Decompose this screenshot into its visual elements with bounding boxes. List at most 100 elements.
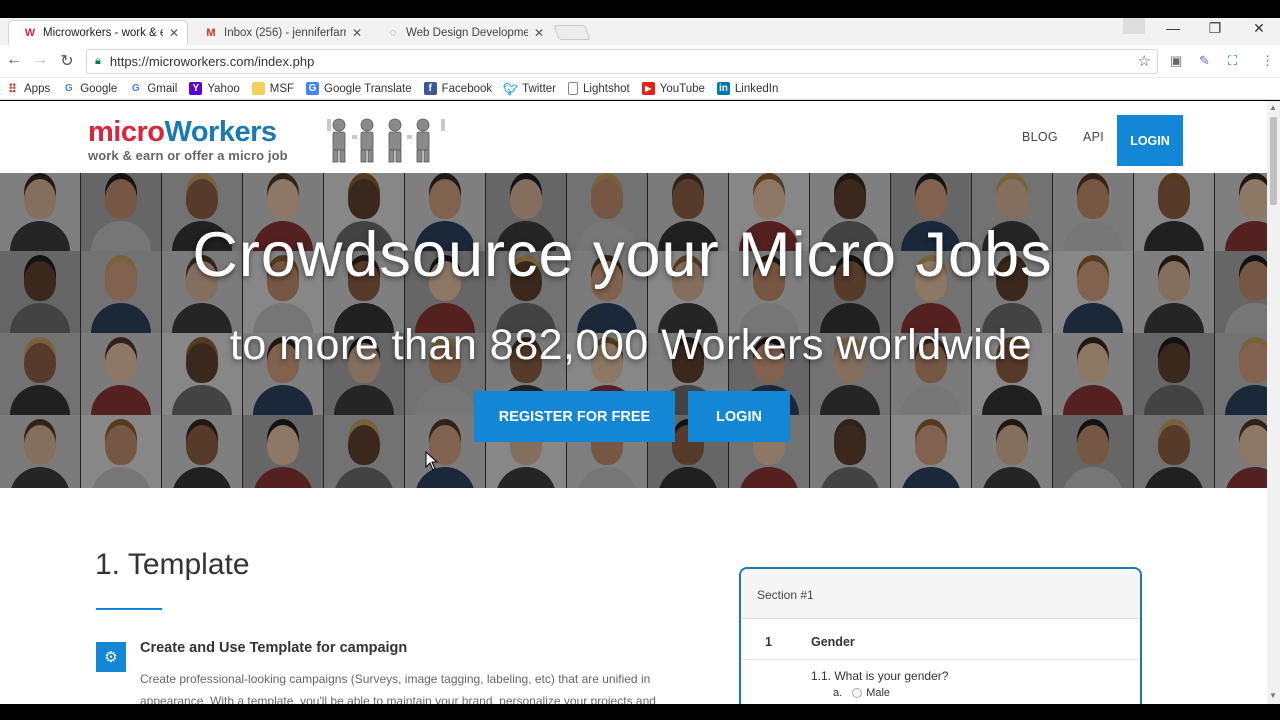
question-label: Gender bbox=[811, 635, 855, 649]
bookmark-label: LinkedIn bbox=[734, 82, 779, 95]
nav-blog-link[interactable]: BLOG bbox=[1022, 130, 1058, 144]
feature-description: Create professional-looking campaigns (S… bbox=[140, 672, 656, 704]
page-icon bbox=[568, 82, 579, 95]
hero-banner: Crowdsource your Micro Jobs to more than… bbox=[0, 173, 1267, 488]
logo-tagline: work & earn or offer a micro job bbox=[88, 148, 288, 163]
apps-icon: ⠿ bbox=[8, 81, 17, 96]
scrollbar-thumb[interactable] bbox=[1270, 117, 1277, 205]
logo-text-micro: micro bbox=[88, 116, 165, 148]
extension-icon[interactable]: ▣ bbox=[1170, 53, 1182, 69]
address-bar[interactable]: 🔒︎ https://microworkers.com/index.php ☆ bbox=[86, 49, 1158, 74]
forward-icon[interactable]: → bbox=[29, 51, 51, 69]
section-title: 1. Template bbox=[95, 548, 250, 581]
title-bar bbox=[0, 0, 1280, 18]
feature-title: Create and Use Template for campaign bbox=[140, 640, 408, 656]
reload-icon[interactable]: ↻ bbox=[56, 51, 78, 71]
bookmark-label: Yahoo bbox=[207, 82, 240, 95]
tab-web-design[interactable]: ◌ Web Design Developme ✕ bbox=[372, 20, 552, 45]
lock-icon: 🔒︎ bbox=[95, 55, 101, 67]
option-letter: a. bbox=[833, 687, 843, 699]
hero-login-button[interactable]: LOGIN bbox=[688, 391, 790, 442]
facebook-icon: f bbox=[423, 82, 437, 95]
mouse-cursor-icon bbox=[425, 451, 439, 471]
microworkers-logo[interactable]: microWorkers work & earn or offer a micr… bbox=[88, 117, 288, 163]
bookmark-linkedin[interactable]: in LinkedIn bbox=[716, 82, 779, 95]
bookmark-msf[interactable]: MSF bbox=[251, 82, 295, 95]
bookmark-star-icon[interactable]: ☆ bbox=[1138, 52, 1151, 70]
user-profile-icon[interactable] bbox=[1123, 18, 1145, 34]
google-icon: G bbox=[64, 83, 73, 94]
tab-microworkers[interactable]: W Microworkers - work & e ✕ bbox=[8, 20, 188, 45]
workers-figures-icon bbox=[327, 118, 445, 163]
tab-strip: W Microworkers - work & e ✕ M Inbox (256… bbox=[0, 18, 1280, 45]
translate-icon: G bbox=[306, 82, 320, 95]
bookmark-google[interactable]: G Google bbox=[62, 82, 117, 95]
tab-title: Inbox (256) - jenniferfarr bbox=[224, 26, 346, 39]
logo-text-workers: Workers bbox=[164, 116, 277, 148]
bookmark-apps[interactable]: ⠿ Apps bbox=[6, 81, 51, 96]
question-number: 1 bbox=[765, 635, 772, 649]
bookmark-label: Facebook bbox=[441, 82, 493, 95]
tab-title: Microworkers - work & e bbox=[43, 27, 163, 39]
bookmark-yahoo[interactable]: Y Yahoo bbox=[189, 82, 240, 95]
bottom-bar bbox=[0, 704, 1280, 720]
close-icon[interactable]: ✕ bbox=[534, 26, 544, 40]
site-header: microWorkers work & earn or offer a micr… bbox=[0, 101, 1267, 173]
minimize-icon[interactable]: — bbox=[1163, 20, 1183, 36]
web-page: microWorkers work & earn or offer a micr… bbox=[0, 101, 1267, 704]
page-scrollbar[interactable]: ▲ ▼ bbox=[1267, 101, 1280, 704]
new-tab-button[interactable] bbox=[553, 25, 591, 40]
sub-question: 1.1. What is your gender? bbox=[811, 669, 949, 683]
section-divider bbox=[96, 608, 162, 610]
bookmark-label: YouTube bbox=[659, 82, 705, 95]
bookmark-label: MSF bbox=[269, 82, 295, 95]
yahoo-icon: Y bbox=[189, 82, 203, 95]
survey-question-row: 1 Gender bbox=[741, 627, 1140, 660]
survey-section-label: Section #1 bbox=[741, 569, 1140, 619]
close-icon[interactable]: ✕ bbox=[352, 26, 362, 40]
survey-preview-card: Section #1 1 Gender 1.1. What is your ge… bbox=[739, 567, 1142, 704]
scroll-down-icon[interactable]: ▼ bbox=[1269, 691, 1277, 700]
bookmark-facebook[interactable]: f Facebook bbox=[423, 82, 493, 95]
gear-icon: ⚙ bbox=[96, 642, 126, 672]
bookmark-gmail[interactable]: G Gmail bbox=[129, 82, 177, 95]
gmail-favicon-icon: M bbox=[206, 26, 216, 39]
nav-api-link[interactable]: API bbox=[1083, 130, 1104, 144]
loading-favicon-icon: ◌ bbox=[389, 26, 397, 39]
tab-title: Web Design Developme bbox=[406, 26, 528, 39]
bookmark-translate[interactable]: G Google Translate bbox=[306, 82, 412, 95]
hero-subtitle: to more than 882,000 Workers worldwide bbox=[229, 321, 1033, 369]
bookmarks-bar: ⠿ Apps G Google G Gmail Y Yahoo MSF G Google … bbox=[0, 78, 1280, 100]
bookmark-label: Gmail bbox=[147, 82, 178, 95]
tab-gmail-inbox[interactable]: M Inbox (256) - jenniferfarr ✕ bbox=[190, 20, 370, 45]
microworkers-favicon-icon: W bbox=[24, 27, 36, 39]
bookmark-youtube[interactable]: ▶ YouTube bbox=[641, 82, 705, 95]
option-label: Male bbox=[866, 687, 891, 699]
linkedin-icon: in bbox=[716, 82, 730, 95]
radio-button[interactable] bbox=[852, 688, 863, 698]
close-icon[interactable]: ✕ bbox=[169, 26, 179, 40]
google-icon: G bbox=[131, 83, 140, 94]
hero-title: Crowdsource your Micro Jobs bbox=[192, 220, 1053, 290]
scroll-up-icon[interactable]: ▲ bbox=[1269, 103, 1277, 112]
pen-extension-icon[interactable]: ✎ bbox=[1199, 53, 1210, 69]
toolbar: ← → ↻ 🔒︎ https://microworkers.com/index.… bbox=[0, 45, 1280, 78]
window-close-icon[interactable]: ✕ bbox=[1249, 20, 1269, 37]
bookmark-twitter[interactable]: 🐦︎ Twitter bbox=[503, 81, 557, 96]
register-for-free-button[interactable]: REGISTER FOR FREE bbox=[474, 391, 675, 442]
bookmark-label: Twitter bbox=[522, 82, 557, 95]
bookmark-lightshot[interactable]: Lightshot bbox=[568, 82, 630, 95]
bookmark-label: Lightshot bbox=[583, 82, 630, 95]
back-icon[interactable]: ← bbox=[3, 51, 25, 69]
bookmark-label: Google bbox=[80, 82, 118, 95]
menu-icon[interactable]: ⋮ bbox=[1261, 53, 1274, 69]
url-text: https://microworkers.com/index.php bbox=[109, 54, 315, 69]
screenshot-extension-icon[interactable]: ⛶ bbox=[1228, 53, 1237, 69]
restore-icon[interactable]: ❐ bbox=[1205, 20, 1225, 37]
youtube-icon: ▶ bbox=[641, 82, 655, 95]
bookmark-label: Apps bbox=[24, 82, 51, 95]
twitter-icon: 🐦︎ bbox=[503, 81, 519, 96]
nav-login-button[interactable]: LOGIN bbox=[1117, 115, 1183, 166]
bookmark-label: Google Translate bbox=[324, 82, 412, 95]
folder-icon bbox=[251, 82, 265, 95]
